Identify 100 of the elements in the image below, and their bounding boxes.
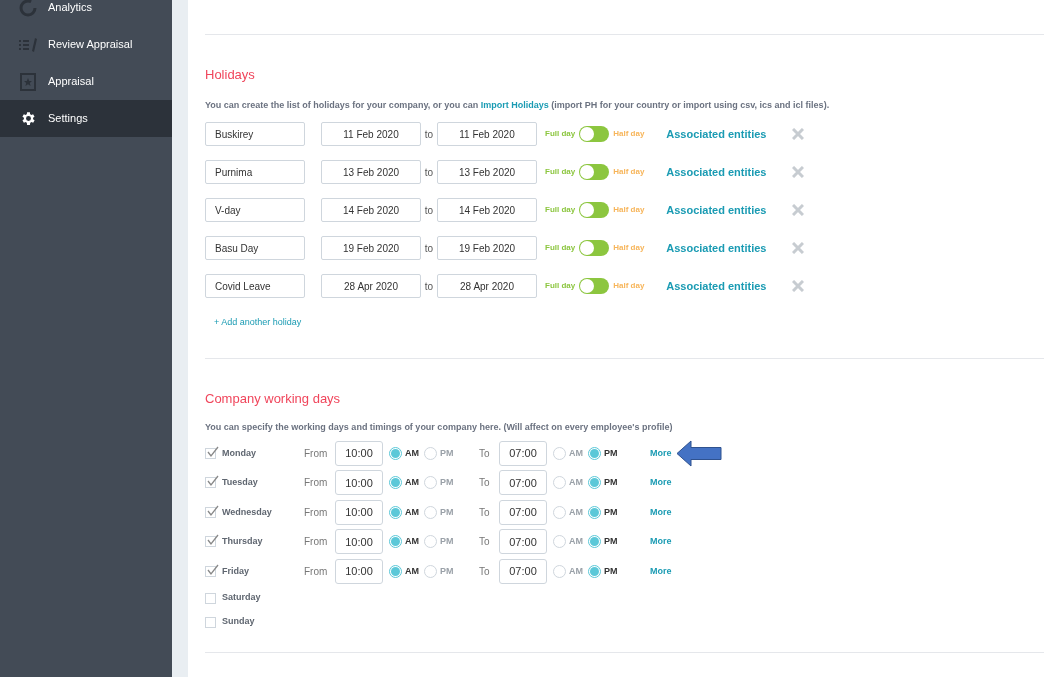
half-day-label: Half day bbox=[613, 242, 646, 254]
meridiem-label: AM bbox=[405, 446, 420, 460]
close-icon[interactable] bbox=[792, 166, 805, 178]
to-label: To bbox=[479, 564, 491, 579]
to-label: To bbox=[479, 535, 491, 550]
day-toggle[interactable] bbox=[579, 126, 610, 142]
date-field[interactable]: 13 Feb 2020 bbox=[321, 160, 421, 184]
meridiem-label: PM bbox=[604, 476, 619, 489]
section-description: You can specify the working days and timings of your company here. (Will affect on every employee's profile) bbox=[205, 421, 674, 434]
day-label: Tuesday bbox=[222, 476, 259, 489]
day-label: Monday bbox=[222, 446, 257, 460]
date-field[interactable]: 13 Feb 2020 bbox=[437, 160, 537, 184]
from-label: From bbox=[304, 564, 329, 579]
close-icon[interactable] bbox=[792, 128, 805, 140]
time-field[interactable]: 07:00 bbox=[499, 440, 547, 466]
section-title: Company working days bbox=[205, 389, 342, 408]
day-label: Sunday bbox=[222, 615, 256, 629]
date-field[interactable]: 28 Apr 2020 bbox=[321, 274, 421, 298]
full-day-label: Full day bbox=[545, 280, 576, 292]
checkbox[interactable] bbox=[205, 616, 216, 628]
checkbox[interactable] bbox=[205, 506, 216, 518]
meridiem-label: PM bbox=[440, 476, 455, 489]
time-field[interactable]: 10:00 bbox=[335, 529, 383, 555]
date-field[interactable]: 19 Feb 2020 bbox=[437, 236, 537, 260]
half-day-label: Half day bbox=[613, 128, 646, 140]
meridiem-label: AM bbox=[405, 476, 420, 489]
date-field[interactable]: 11 Feb 2020 bbox=[321, 122, 421, 146]
full-day-label: Full day bbox=[545, 166, 576, 178]
day-label: Wednesday bbox=[222, 505, 273, 519]
sidebar-item[interactable]: Settings bbox=[0, 100, 172, 137]
meridiem-label: AM bbox=[569, 505, 584, 519]
meridiem-label: PM bbox=[604, 564, 619, 578]
checkbox[interactable] bbox=[205, 477, 216, 489]
half-day-label: Half day bbox=[613, 280, 646, 292]
time-field[interactable]: 07:00 bbox=[499, 529, 547, 555]
holiday-name-field[interactable]: Covid Leave bbox=[205, 274, 305, 298]
close-icon[interactable] bbox=[792, 242, 805, 254]
meridiem-label: AM bbox=[569, 446, 584, 460]
checkbox[interactable] bbox=[205, 536, 216, 548]
date-field[interactable]: 19 Feb 2020 bbox=[321, 236, 421, 260]
holiday-name-field[interactable]: V-day bbox=[205, 198, 305, 222]
meridiem-label: AM bbox=[405, 535, 420, 548]
day-toggle[interactable] bbox=[579, 278, 610, 294]
to-label: to bbox=[423, 127, 435, 142]
time-field[interactable]: 07:00 bbox=[499, 558, 547, 584]
day-toggle[interactable] bbox=[579, 164, 610, 180]
meridiem-label: AM bbox=[569, 476, 584, 489]
day-label: Saturday bbox=[222, 591, 262, 605]
to-label: to bbox=[423, 165, 435, 180]
time-field[interactable]: 07:00 bbox=[499, 470, 547, 496]
meridiem-label: PM bbox=[604, 505, 619, 519]
from-label: From bbox=[304, 505, 329, 520]
full-day-label: Full day bbox=[545, 242, 576, 254]
close-icon[interactable] bbox=[792, 280, 805, 292]
meridiem-label: PM bbox=[440, 505, 455, 519]
to-label: to bbox=[423, 203, 435, 218]
date-field[interactable]: 11 Feb 2020 bbox=[437, 122, 537, 146]
full-day-label: Full day bbox=[545, 204, 576, 216]
meridiem-label: PM bbox=[604, 535, 619, 548]
time-field[interactable]: 10:00 bbox=[335, 440, 383, 466]
checkbox[interactable] bbox=[205, 447, 216, 459]
meridiem-label: AM bbox=[569, 564, 584, 578]
meridiem-label: AM bbox=[405, 564, 420, 578]
day-label: Friday bbox=[222, 564, 250, 578]
from-label: From bbox=[304, 446, 329, 461]
time-field[interactable]: 10:00 bbox=[335, 558, 383, 584]
holiday-name-field[interactable]: Basu Day bbox=[205, 236, 305, 260]
day-toggle[interactable] bbox=[579, 202, 610, 218]
meridiem-label: AM bbox=[405, 505, 420, 519]
from-label: From bbox=[304, 476, 329, 491]
meridiem-label: PM bbox=[440, 564, 455, 578]
date-field[interactable]: 14 Feb 2020 bbox=[321, 198, 421, 222]
section-title: Holidays bbox=[205, 66, 256, 84]
meridiem-label: PM bbox=[440, 535, 455, 548]
checkbox[interactable] bbox=[205, 565, 216, 577]
close-icon[interactable] bbox=[792, 204, 805, 216]
meridiem-label: PM bbox=[440, 446, 455, 460]
from-label: From bbox=[304, 535, 329, 550]
to-label: To bbox=[479, 505, 491, 520]
date-field[interactable]: 14 Feb 2020 bbox=[437, 198, 537, 222]
holiday-name-field[interactable]: Purnima bbox=[205, 160, 305, 184]
time-field[interactable]: 07:00 bbox=[499, 499, 547, 525]
star-badge-icon bbox=[20, 72, 36, 91]
time-field[interactable]: 10:00 bbox=[335, 499, 383, 525]
donut-chart-icon bbox=[19, 0, 37, 17]
time-field[interactable]: 10:00 bbox=[335, 470, 383, 496]
half-day-label: Half day bbox=[613, 204, 646, 216]
holiday-name-field[interactable]: Buskirey bbox=[205, 122, 305, 146]
meridiem-label: PM bbox=[604, 446, 619, 460]
add-holiday-link[interactable]: + Add another holiday bbox=[214, 316, 302, 330]
date-field[interactable]: 28 Apr 2020 bbox=[437, 274, 537, 298]
day-label: Thursday bbox=[222, 535, 264, 548]
to-label: to bbox=[423, 279, 435, 294]
day-toggle[interactable] bbox=[579, 240, 610, 256]
settings-icon bbox=[19, 110, 37, 127]
to-label: To bbox=[479, 446, 491, 461]
checkbox[interactable] bbox=[205, 592, 216, 604]
to-label: To bbox=[479, 476, 491, 491]
list-pen-icon bbox=[19, 36, 37, 53]
half-day-label: Half day bbox=[613, 166, 646, 178]
